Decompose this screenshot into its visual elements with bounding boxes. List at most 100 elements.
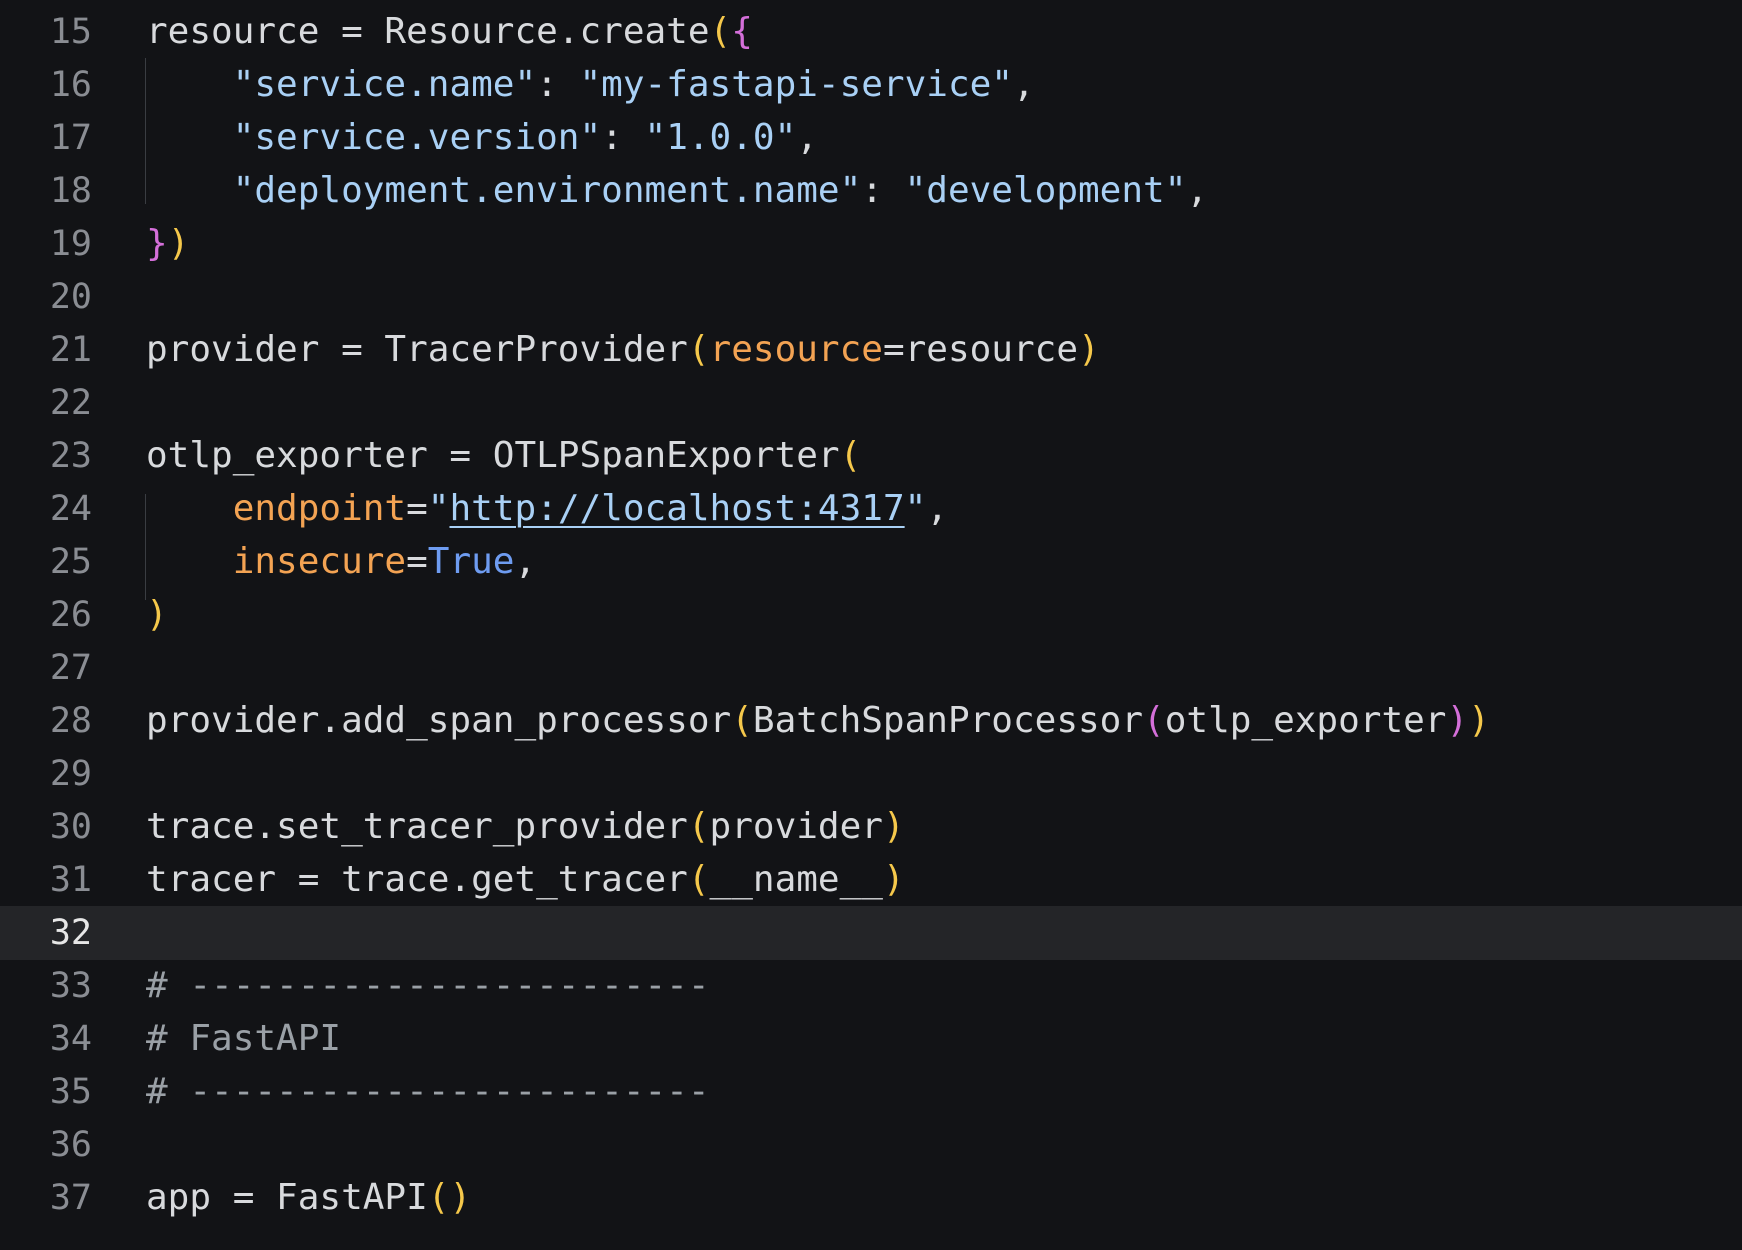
code-token: , xyxy=(796,117,818,158)
code-token: otlp_exporter xyxy=(1164,700,1447,741)
code-line[interactable]: 33 # ------------------------ xyxy=(0,959,1742,1013)
code-token: ( xyxy=(687,329,710,370)
code-token: ) xyxy=(882,806,905,847)
code-token: ) xyxy=(146,594,168,635)
code-line[interactable]: 19}) xyxy=(0,217,1742,271)
code-line[interactable]: 24 endpoint="http://localhost:4317", xyxy=(0,482,1742,536)
code-line[interactable]: 37 app = FastAPI() xyxy=(0,1171,1742,1225)
line-number: 35 xyxy=(49,1072,92,1112)
code-token: BatchSpanProcessor xyxy=(752,700,1144,741)
code-text[interactable]: "deployment.environment.name": "developm… xyxy=(146,164,1208,218)
code-text[interactable]: ) xyxy=(146,588,168,642)
code-line[interactable]: 15 resource = Resource.create({ xyxy=(0,5,1742,59)
code-token: , xyxy=(1186,170,1209,211)
code-token: : xyxy=(536,64,580,105)
code-token: =resource xyxy=(882,329,1079,370)
line-number: 33 xyxy=(49,966,92,1006)
code-token: ) xyxy=(167,223,190,264)
code-text[interactable]: endpoint="http://localhost:4317", xyxy=(146,482,948,536)
code-token: # ------------------------ xyxy=(146,965,710,1006)
code-token: { xyxy=(731,11,753,52)
code-line[interactable]: 32 xyxy=(0,906,1742,960)
code-text[interactable]: resource = Resource.create({ xyxy=(146,5,753,59)
code-token: } xyxy=(146,223,168,264)
line-number: 18 xyxy=(49,171,92,211)
line-number: 27 xyxy=(49,648,92,688)
line-number: 16 xyxy=(49,65,92,105)
line-number: 22 xyxy=(49,383,92,423)
code-token: " xyxy=(904,488,927,529)
url-link[interactable]: http://localhost:4317 xyxy=(449,488,904,529)
code-token: "service.name" xyxy=(232,64,537,105)
code-editor[interactable]: 15 resource = Resource.create({16 "servic… xyxy=(0,0,1742,1250)
code-token: provider xyxy=(709,806,883,847)
line-number: 29 xyxy=(49,754,92,794)
code-token: resource = Resource.create xyxy=(146,11,710,52)
code-line[interactable]: 18 "deployment.environment.name": "devel… xyxy=(0,164,1742,218)
code-line[interactable]: 26) xyxy=(0,588,1742,642)
line-number: 37 xyxy=(49,1178,92,1218)
code-line[interactable]: 29 xyxy=(0,747,1742,801)
code-token: ( xyxy=(731,700,753,741)
code-line[interactable]: 34 # FastAPI xyxy=(0,1012,1742,1066)
line-number: 32 xyxy=(49,913,92,953)
code-token: () xyxy=(427,1177,472,1218)
code-line[interactable]: 28 provider.add_span_processor(BatchSpanP… xyxy=(0,694,1742,748)
line-number: 36 xyxy=(49,1125,92,1165)
code-line[interactable]: 25 insecure=True, xyxy=(0,535,1742,589)
code-line[interactable]: 31 tracer = trace.get_tracer(__name__) xyxy=(0,853,1742,907)
code-line[interactable]: 21 provider = TracerProvider(resource=res… xyxy=(0,323,1742,377)
code-token: resource xyxy=(709,329,883,370)
code-token: trace.set_tracer_provider xyxy=(146,806,688,847)
code-token: ) xyxy=(882,859,905,900)
code-text[interactable]: tracer = trace.get_tracer(__name__) xyxy=(146,853,905,907)
code-text[interactable]: provider = TracerProvider(resource=resou… xyxy=(146,323,1100,377)
code-line[interactable]: 36 xyxy=(0,1118,1742,1172)
code-token: endpoint xyxy=(232,488,407,529)
code-text[interactable]: }) xyxy=(146,217,189,271)
code-token: "service.version" xyxy=(232,117,602,158)
code-token: ( xyxy=(839,435,862,476)
code-token: "development" xyxy=(904,170,1187,211)
code-text[interactable]: trace.set_tracer_provider(provider) xyxy=(146,800,905,854)
code-text[interactable]: # ------------------------ xyxy=(146,959,710,1013)
code-text[interactable]: insecure=True, xyxy=(146,535,536,589)
line-number: 20 xyxy=(49,277,92,317)
code-token: ) xyxy=(1468,700,1490,741)
code-token: otlp_exporter = OTLPSpanExporter xyxy=(146,435,840,476)
line-number: 15 xyxy=(49,12,92,52)
code-token: " xyxy=(427,488,450,529)
code-line[interactable]: 30 trace.set_tracer_provider(provider) xyxy=(0,800,1742,854)
code-token: app = FastAPI xyxy=(146,1177,428,1218)
code-line[interactable]: 27 xyxy=(0,641,1742,695)
code-line[interactable]: 35 # ------------------------ xyxy=(0,1065,1742,1119)
code-text[interactable]: # ------------------------ xyxy=(146,1065,710,1119)
code-token: ( xyxy=(687,806,710,847)
code-text[interactable]: "service.name": "my-fastapi-service", xyxy=(146,58,1035,112)
code-token: __name__ xyxy=(709,859,883,900)
code-text[interactable]: otlp_exporter = OTLPSpanExporter( xyxy=(146,429,861,483)
code-line[interactable]: 16 "service.name": "my-fastapi-service", xyxy=(0,58,1742,112)
line-number: 23 xyxy=(49,436,92,476)
code-token: True xyxy=(427,541,515,582)
code-token: = xyxy=(406,541,428,582)
code-line[interactable]: 23 otlp_exporter = OTLPSpanExporter( xyxy=(0,429,1742,483)
code-text[interactable]: "service.version": "1.0.0", xyxy=(146,111,818,165)
code-line[interactable]: 20 xyxy=(0,270,1742,324)
code-text[interactable]: # FastAPI xyxy=(146,1012,341,1066)
code-token: "my-fastapi-service" xyxy=(579,64,1013,105)
code-token: ) xyxy=(1078,329,1100,370)
code-text[interactable]: provider.add_span_processor(BatchSpanPro… xyxy=(146,694,1490,748)
code-line[interactable]: 22 xyxy=(0,376,1742,430)
code-token: , xyxy=(1012,64,1035,105)
line-number: 24 xyxy=(49,489,92,529)
code-token: , xyxy=(514,541,537,582)
line-number: 25 xyxy=(49,542,92,582)
code-token: ) xyxy=(1446,700,1469,741)
code-line[interactable]: 17 "service.version": "1.0.0", xyxy=(0,111,1742,165)
code-token: : xyxy=(861,170,905,211)
code-text[interactable]: app = FastAPI() xyxy=(146,1171,471,1225)
